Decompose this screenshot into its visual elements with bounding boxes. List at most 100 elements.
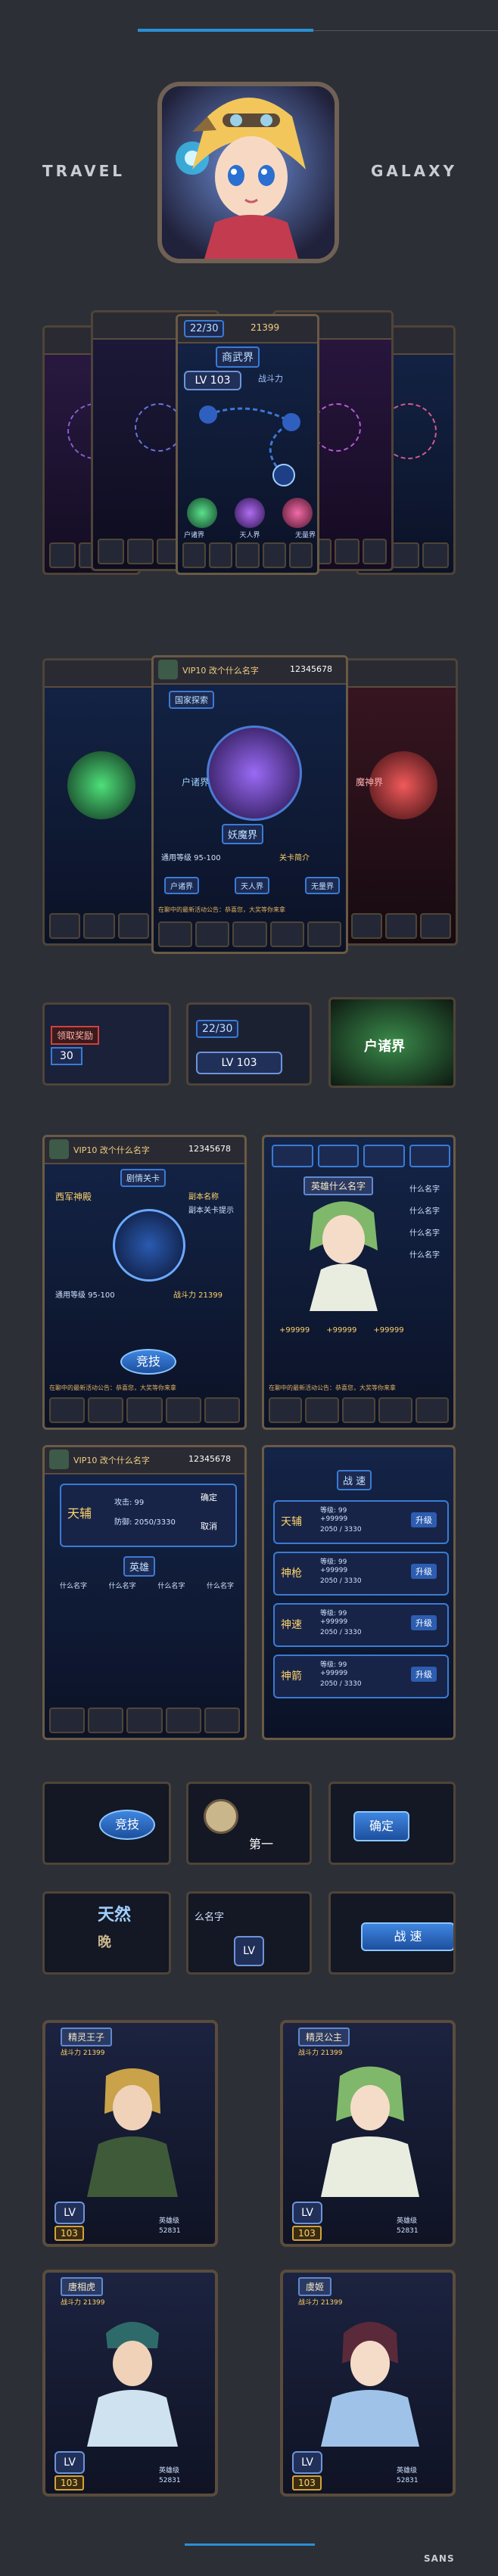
hero-card-1[interactable]: 精灵王子 战斗力 21399 LV 103 英雄级 52831: [42, 2020, 218, 2247]
level-badge: LV 103: [184, 371, 241, 390]
team-member-3[interactable]: 什么名字: [157, 1580, 185, 1590]
elf-princess-card-icon: [321, 2066, 419, 2197]
hero-slot-3[interactable]: 什么名字: [409, 1226, 440, 1238]
section-label: 国家探索: [169, 691, 214, 709]
skill-row: 天辅 等级: 99 +99999 2050 / 3330 升级: [273, 1500, 449, 1544]
hero-slot-2[interactable]: 什么名字: [409, 1204, 440, 1216]
team-avatar[interactable]: [49, 1450, 69, 1469]
battle-widget[interactable]: 战 速: [328, 1891, 456, 1975]
hero-slot-1[interactable]: 什么名字: [409, 1182, 440, 1194]
realm-label-2: 天人界: [239, 532, 260, 539]
level-widget: LV 103: [196, 1052, 282, 1074]
hero-tab[interactable]: [317, 1145, 359, 1167]
world-side-right: 魔神界: [356, 777, 384, 788]
team-member-4[interactable]: 什么名字: [207, 1580, 234, 1590]
hero-card-lv: LV: [292, 2202, 322, 2224]
hero-card-level: 103: [292, 2226, 322, 2241]
skill-upgrade-button[interactable]: 升级: [411, 1564, 437, 1579]
skill-name: 神速: [281, 1619, 302, 1631]
map-route-icon: [199, 406, 300, 486]
reward-widget[interactable]: 领取奖励 30: [42, 1002, 171, 1086]
world-name[interactable]: 妖魔界: [222, 824, 264, 844]
hero-stat-1: +99999: [279, 1326, 310, 1335]
hero-card-level: 103: [54, 2475, 84, 2491]
arena-widget-button[interactable]: 竞技: [99, 1810, 155, 1840]
map-node-mid-right[interactable]: [313, 403, 361, 452]
hero-card-gold: 52831: [397, 2477, 419, 2484]
skill-name: 神枪: [281, 1568, 302, 1580]
team-member-1[interactable]: 什么名字: [60, 1580, 87, 1590]
skill-upgrade-button[interactable]: 升级: [411, 1615, 437, 1630]
brand-left: TRAVEL: [42, 162, 126, 180]
skill-row: 神箭 等级: 99 +99999 2050 / 3330 升级: [273, 1655, 449, 1698]
hero-name: 英雄什么名字: [303, 1176, 374, 1195]
app-icon[interactable]: [157, 82, 339, 263]
skill-upgrade-button[interactable]: 升级: [411, 1512, 437, 1527]
character-portrait-icon: [162, 86, 335, 259]
tool-1[interactable]: 户诸界: [164, 877, 199, 894]
confirm-widget[interactable]: 确定: [328, 1782, 456, 1865]
hero-card-lv: LV: [54, 2451, 85, 2474]
realm-orb-green[interactable]: [187, 498, 217, 528]
team-confirm[interactable]: 确定: [201, 1491, 217, 1503]
tool-2[interactable]: 天人界: [235, 877, 269, 894]
team-hud: VIP10 改个什么名字 12345678: [45, 1447, 244, 1474]
realm-label-1: 户诸界: [184, 532, 205, 539]
level-value: 103: [210, 374, 231, 387]
arena-hint-body: 副本关卡提示: [188, 1207, 234, 1215]
team-stat-2: 防御: 2050/3330: [114, 1518, 176, 1527]
confirm-widget-button[interactable]: 确定: [353, 1811, 409, 1841]
arena-enter-button[interactable]: 竞技: [120, 1349, 176, 1375]
arena-hint-title: 副本名称: [188, 1193, 219, 1201]
lv-label: LV: [221, 1057, 234, 1069]
hero-card-power: 战斗力 21399: [298, 2049, 343, 2057]
arena-core[interactable]: [113, 1209, 185, 1282]
hero-tab[interactable]: [409, 1145, 450, 1167]
hero-card-2[interactable]: 精灵公主 战斗力 21399 LV 103 英雄级 52831: [280, 2020, 456, 2247]
hero-card-3[interactable]: 唐相虎 战斗力 21399 LV 103 英雄级 52831: [42, 2270, 218, 2497]
lv-value: 103: [236, 1057, 257, 1069]
hero-card-name: 精灵王子: [61, 2028, 113, 2046]
arena-nav: [49, 1397, 241, 1423]
world-portal-green[interactable]: [67, 751, 135, 819]
world-portal-main[interactable]: [207, 726, 302, 821]
avatar[interactable]: [158, 660, 178, 679]
level-label: LV: [195, 374, 207, 387]
hero-card-power: 战斗力 21399: [61, 2049, 105, 2057]
skill-level: 等级: 99: [320, 1558, 347, 1566]
team-member-2[interactable]: 什么名字: [109, 1580, 136, 1590]
energy-widget: 22/30: [196, 1020, 239, 1038]
hero-slot-4[interactable]: 什么名字: [409, 1248, 440, 1260]
hero-tab[interactable]: [272, 1145, 313, 1167]
power-label: 战斗力: [258, 374, 283, 384]
arena-widget[interactable]: 竞技: [42, 1782, 171, 1865]
world-nav-left: [49, 913, 149, 939]
world-nav-right: [351, 913, 451, 939]
skill-upgrade-button[interactable]: 升级: [411, 1667, 437, 1682]
skill-level: 等级: 99: [320, 1610, 347, 1617]
hero-card-tier: 英雄级: [159, 2467, 180, 2475]
arena-hud: VIP10 改个什么名字 12345678: [45, 1137, 244, 1164]
sky-widget: 天然 晚: [42, 1891, 171, 1975]
realm-orb-purple[interactable]: [235, 498, 265, 528]
hero-card-gold: 52831: [397, 2227, 419, 2235]
team-stat-1: 攻击: 99: [114, 1499, 145, 1507]
realm-orb-pink[interactable]: [282, 498, 313, 528]
arena-section: 剧情关卡: [120, 1169, 166, 1187]
hero-tab[interactable]: [363, 1145, 405, 1167]
tool-3[interactable]: 无量界: [305, 877, 340, 894]
realm-labels: 户诸界 天人界 无量界: [184, 530, 316, 539]
skill-exp: 2050 / 3330: [320, 1680, 362, 1688]
footer-accent-bar: [185, 2543, 315, 2546]
hero-card-gold: 52831: [159, 2227, 181, 2235]
battle-speed-button[interactable]: 战 速: [361, 1922, 453, 1951]
sky-banner: 天然: [98, 1906, 132, 1925]
team-cancel[interactable]: 取消: [201, 1520, 217, 1532]
world-level: 通用等级 95-100: [161, 854, 221, 862]
world-banner-widget[interactable]: 户诸界: [328, 997, 456, 1088]
hero-card-power: 战斗力 21399: [298, 2299, 343, 2307]
hero-card-tier: 英雄级: [159, 2217, 180, 2225]
world-banner-text: 户诸界: [364, 1039, 405, 1055]
arena-avatar[interactable]: [49, 1139, 69, 1159]
hero-card-4[interactable]: 虞姬 战斗力 21399 LV 103 英雄级 52831: [280, 2270, 456, 2497]
